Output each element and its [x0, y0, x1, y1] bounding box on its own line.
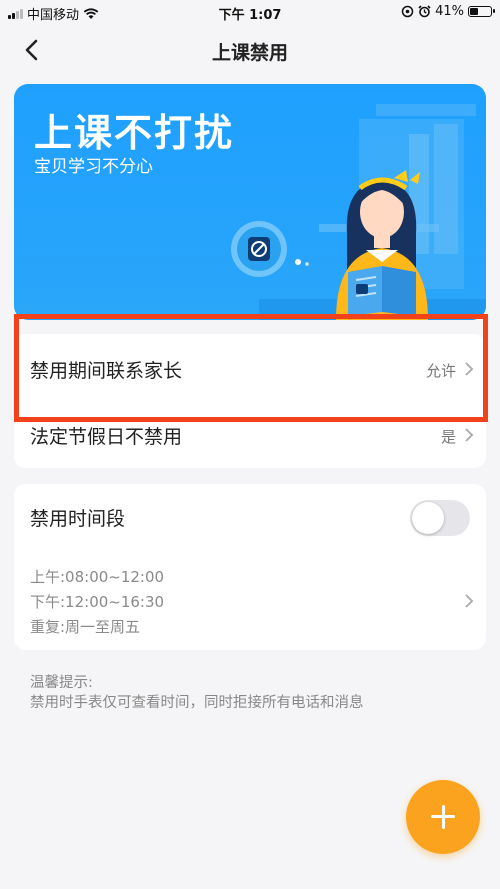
- page-title: 上课禁用: [211, 42, 288, 64]
- repeat-days: 重复:周一至周五: [30, 618, 141, 636]
- holidays-value: 是: [440, 428, 456, 446]
- schedule-card[interactable]: 禁用时间段 上午:08:00~12:00 下午:12:00~16:30 重复:周…: [14, 484, 486, 650]
- banner-title: 上课不打扰: [34, 111, 235, 155]
- chevron-right-icon: [465, 594, 474, 608]
- tips-title: 温馨提示:: [30, 675, 93, 691]
- schedule-title: 禁用时间段: [30, 508, 126, 530]
- battery-icon: [468, 6, 495, 17]
- tips-text: 禁用时手表仅可查看时间，同时拒接所有电话和消息: [30, 695, 364, 711]
- add-button[interactable]: [406, 780, 480, 854]
- status-right: 41%: [401, 4, 495, 19]
- orientation-lock-icon: [401, 5, 414, 18]
- schedule-toggle[interactable]: [410, 500, 470, 536]
- battery-fill: [470, 8, 479, 15]
- status-bar: 中国移动 下午 1:07 41%: [0, 0, 500, 24]
- holidays-label: 法定节假日不禁用: [30, 426, 183, 448]
- morning-time: 上午:08:00~12:00: [30, 568, 165, 586]
- toggle-knob: [412, 502, 444, 534]
- banner: 上课不打扰 宝贝学习不分心: [14, 84, 486, 320]
- alarm-icon: [418, 5, 431, 18]
- chevron-right-icon: [465, 428, 474, 442]
- tips: 温馨提示: 禁用时手表仅可查看时间，同时拒接所有电话和消息: [30, 673, 364, 713]
- nav-bar: 上课禁用: [0, 30, 500, 70]
- highlight-frame: [14, 314, 488, 422]
- battery-percent: 41%: [435, 4, 464, 19]
- banner-subtitle: 宝贝学习不分心: [34, 157, 153, 177]
- afternoon-time: 下午:12:00~16:30: [30, 593, 165, 611]
